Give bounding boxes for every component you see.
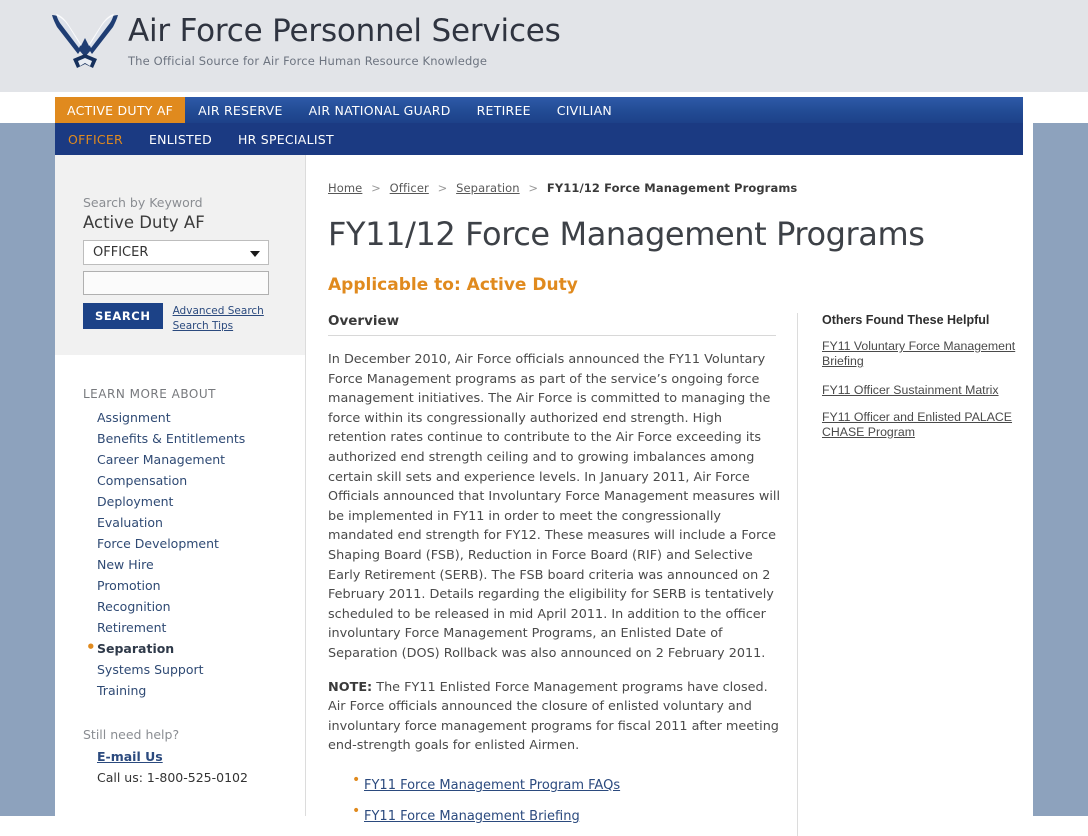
sidebar-item-deployment[interactable]: Deployment	[97, 491, 305, 512]
nav-item-officer[interactable]: OFFICER	[55, 123, 136, 155]
site-tagline: The Official Source for Air Force Human …	[128, 54, 488, 68]
applicable-to-label: Applicable to: Active Duty	[328, 275, 578, 295]
breadcrumb-item-current: FY11/12 Force Management Programs	[546, 181, 798, 195]
article: Overview In December 2010, Air Force off…	[306, 313, 780, 836]
search-panel: Search by Keyword Active Duty AF OFFICER…	[55, 155, 305, 355]
search-helper-links: Advanced Search Search Tips	[173, 303, 264, 334]
nav-item-air-reserve[interactable]: AIR RESERVE	[185, 97, 296, 123]
search-button[interactable]: SEARCH	[83, 303, 163, 329]
learn-more-about-list: Assignment Benefits & Entitlements Caree…	[83, 407, 305, 701]
chevron-down-icon	[250, 251, 260, 257]
sidebar-item-evaluation[interactable]: Evaluation	[97, 512, 305, 533]
search-input[interactable]	[83, 271, 269, 295]
site-branding: Air Force Personnel Services The Officia…	[48, 10, 561, 76]
nav-item-retiree[interactable]: RETIREE	[464, 97, 544, 123]
nav-item-civilian[interactable]: CIVILIAN	[544, 97, 625, 123]
breadcrumb-separator-icon: >	[437, 181, 448, 195]
nav-item-enlisted[interactable]: ENLISTED	[136, 123, 225, 155]
search-by-keyword-label: Search by Keyword	[83, 195, 203, 210]
sidebar-item-retirement[interactable]: Retirement	[97, 617, 305, 638]
sidebar-item-recognition[interactable]: Recognition	[97, 596, 305, 617]
still-need-help-section: Still need help? E-mail Us Call us: 1-80…	[55, 701, 305, 785]
page-root: Air Force Personnel Services The Officia…	[0, 0, 1088, 836]
breadcrumb-separator-icon: >	[528, 181, 539, 195]
others-found-helpful-panel: Others Found These Helpful FY11 Voluntar…	[797, 313, 1033, 836]
content-columns: Overview In December 2010, Air Force off…	[306, 313, 1033, 836]
page-title: FY11/12 Force Management Programs	[328, 215, 925, 253]
overview-paragraph: In December 2010, Air Force officials an…	[328, 352, 780, 661]
page-right-band	[1033, 123, 1088, 816]
sidebar-item-promotion[interactable]: Promotion	[97, 575, 305, 596]
search-scope-heading: Active Duty AF	[83, 213, 205, 232]
learn-more-about-section: LEARN MORE ABOUT Assignment Benefits & E…	[55, 355, 305, 701]
page-left-band	[0, 123, 55, 816]
advanced-search-link[interactable]: Advanced Search	[173, 304, 264, 319]
still-need-help-title: Still need help?	[83, 727, 180, 742]
others-found-helpful-list: FY11 Voluntary Force Management Briefing…	[822, 339, 1033, 441]
sidebar: Search by Keyword Active Duty AF OFFICER…	[55, 155, 306, 816]
document-links-list: FY11 Force Management Program FAQs FY11 …	[328, 772, 776, 824]
list-item: FY11 Officer Sustainment Matrix	[822, 381, 1033, 399]
breadcrumb-item-separation[interactable]: Separation	[456, 181, 520, 195]
list-item: FY11 Officer and Enlisted PALACE CHASE P…	[822, 410, 1033, 441]
email-us-link[interactable]: E-mail Us	[97, 749, 163, 764]
learn-more-about-title: LEARN MORE ABOUT	[83, 387, 216, 401]
note-paragraph: NOTE: The FY11 Enlisted Force Management…	[328, 678, 783, 756]
nav-item-air-national-guard[interactable]: AIR NATIONAL GUARD	[296, 97, 464, 123]
breadcrumb-item-home[interactable]: Home	[328, 181, 362, 195]
others-found-helpful-title: Others Found These Helpful	[822, 313, 990, 327]
sidebar-item-assignment[interactable]: Assignment	[97, 407, 305, 428]
sidebar-item-systems-support[interactable]: Systems Support	[97, 659, 305, 680]
list-item: FY11 Force Management Program FAQs	[352, 772, 776, 793]
search-tips-link[interactable]: Search Tips	[173, 319, 264, 334]
audience-select[interactable]: OFFICER	[83, 240, 269, 265]
content-card: Search by Keyword Active Duty AF OFFICER…	[55, 155, 1033, 836]
sidebar-item-benefits-entitlements[interactable]: Benefits & Entitlements	[97, 428, 305, 449]
breadcrumb-item-officer[interactable]: Officer	[390, 181, 429, 195]
site-header: Air Force Personnel Services The Officia…	[0, 0, 1088, 92]
note-text: The FY11 Enlisted Force Management progr…	[328, 679, 779, 754]
breadcrumb: Home > Officer > Separation > FY11/12 Fo…	[306, 155, 1033, 195]
support-phone-number: Call us: 1-800-525-0102	[97, 770, 248, 785]
nav-item-active-duty-af[interactable]: ACTIVE DUTY AF	[55, 97, 186, 123]
link-fy11-fm-program-faqs[interactable]: FY11 Force Management Program FAQs	[364, 778, 620, 793]
link-fy11-voluntary-force-management-briefing[interactable]: FY11 Voluntary Force Management Briefing	[822, 339, 1033, 369]
audience-select-value: OFFICER	[93, 245, 149, 260]
main-content: Home > Officer > Separation > FY11/12 Fo…	[306, 155, 1033, 836]
air-force-wings-icon	[48, 10, 122, 76]
link-fy11-fm-briefing[interactable]: FY11 Force Management Briefing	[364, 809, 580, 824]
note-label: NOTE:	[328, 679, 373, 695]
site-title: Air Force Personnel Services	[128, 13, 561, 49]
sidebar-item-career-management[interactable]: Career Management	[97, 449, 305, 470]
list-item: FY11 Voluntary Force Management Briefing	[822, 339, 1033, 370]
sidebar-item-new-hire[interactable]: New Hire	[97, 554, 305, 575]
link-fy11-officer-enlisted-palace-chase[interactable]: FY11 Officer and Enlisted PALACE CHASE P…	[822, 410, 1033, 440]
sidebar-item-separation[interactable]: Separation	[86, 637, 305, 659]
sidebar-item-compensation[interactable]: Compensation	[97, 470, 305, 491]
secondary-navigation: OFFICER ENLISTED HR SPECIALIST	[55, 123, 1023, 155]
link-fy11-officer-sustainment-matrix[interactable]: FY11 Officer Sustainment Matrix	[822, 383, 999, 398]
list-item: FY11 Force Management Briefing	[352, 803, 776, 824]
overview-heading: Overview	[328, 313, 776, 336]
sidebar-item-force-development[interactable]: Force Development	[97, 533, 305, 554]
brand-text: Air Force Personnel Services The Officia…	[128, 10, 561, 69]
primary-navigation: ACTIVE DUTY AF AIR RESERVE AIR NATIONAL …	[55, 97, 1023, 123]
breadcrumb-separator-icon: >	[371, 181, 381, 195]
sidebar-item-training[interactable]: Training	[97, 680, 305, 701]
nav-item-hr-specialist[interactable]: HR SPECIALIST	[225, 123, 347, 155]
